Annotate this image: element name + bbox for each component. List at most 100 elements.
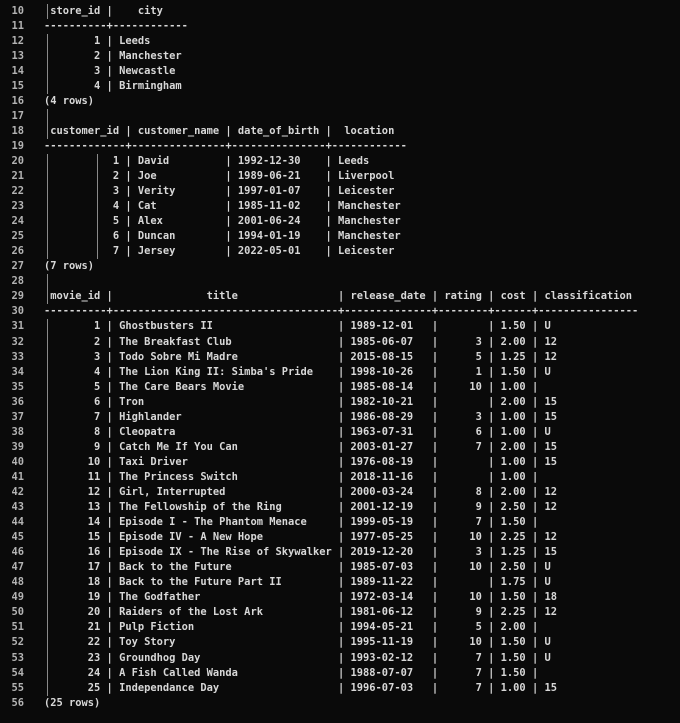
line-number: 22 bbox=[11, 185, 24, 198]
line-text: 20 | Raiders of the Lost Ark | 1981-06-1… bbox=[44, 606, 557, 619]
line-number: 12 bbox=[11, 34, 24, 47]
output-line: 23 4 | Cat | 1985-11-02 | Manchester bbox=[0, 199, 680, 215]
line-text: 5 | The Care Bears Movie | 1985-08-14 | … bbox=[44, 380, 539, 393]
output-line: 11 ----------+------------ bbox=[0, 19, 680, 34]
line-number: 25 bbox=[11, 230, 24, 243]
line-text: 1 | Ghostbusters II | 1989-12-01 | | 1.5… bbox=[44, 320, 551, 333]
output-line: 33 3 | Todo Sobre Mi Madre | 2015-08-15 … bbox=[0, 349, 680, 365]
line-text: 21 | Pulp Fiction | 1994-05-21 | 5 | 2.0… bbox=[44, 621, 539, 634]
output-line: 30 ----------+---------------------------… bbox=[0, 304, 680, 319]
line-number: 32 bbox=[11, 335, 24, 348]
line-number: 41 bbox=[11, 470, 24, 483]
line-number: 17 bbox=[11, 109, 24, 122]
indent-guide bbox=[46, 108, 48, 124]
line-number: 11 bbox=[11, 19, 24, 32]
line-number: 40 bbox=[11, 455, 24, 468]
editor-output[interactable]: 10 store_id | city 11 ----------+---------… bbox=[0, 0, 680, 723]
line-text: 7 | Jersey | 2022-05-01 | Leicester bbox=[44, 245, 395, 258]
line-number: 26 bbox=[11, 245, 24, 258]
output-line: 55 25 | Independance Day | 1996-07-03 | … bbox=[0, 680, 680, 696]
output-line: 51 21 | Pulp Fiction | 1994-05-21 | 5 | … bbox=[0, 620, 680, 636]
line-number: 51 bbox=[11, 621, 24, 634]
line-number: 18 bbox=[11, 124, 24, 137]
line-text: 24 | A Fish Called Wanda | 1988-07-07 | … bbox=[44, 666, 539, 679]
output-line: 31 1 | Ghostbusters II | 1989-12-01 | | … bbox=[0, 319, 680, 335]
line-text: 25 | Independance Day | 1996-07-03 | 7 |… bbox=[44, 681, 557, 694]
line-text: 18 | Back to the Future Part II | 1989-1… bbox=[44, 576, 551, 589]
line-number: 56 bbox=[11, 696, 24, 709]
line-text: 4 | Cat | 1985-11-02 | Manchester bbox=[44, 200, 401, 213]
line-text: 3 | Newcastle bbox=[44, 64, 176, 77]
line-number: 49 bbox=[11, 591, 24, 604]
line-number: 48 bbox=[11, 576, 24, 589]
output-line: 20 1 | David | 1992-12-30 | Leeds bbox=[0, 153, 680, 170]
output-line: 17 bbox=[0, 108, 680, 124]
line-number: 21 bbox=[11, 170, 24, 183]
line-number: 31 bbox=[11, 320, 24, 333]
output-line: 52 22 | Toy Story | 1995-11-19 | 10 | 1.… bbox=[0, 635, 680, 651]
line-number: 43 bbox=[11, 501, 24, 514]
line-number: 37 bbox=[11, 410, 24, 423]
line-number: 29 bbox=[11, 290, 24, 303]
output-line: 47 17 | Back to the Future | 1985-07-03 … bbox=[0, 560, 680, 576]
output-line: 54 24 | A Fish Called Wanda | 1988-07-07… bbox=[0, 665, 680, 681]
line-text: 7 | Highlander | 1986-08-29 | 3 | 1.00 |… bbox=[44, 410, 557, 423]
line-text: 22 | Toy Story | 1995-11-19 | 10 | 1.50 … bbox=[44, 636, 551, 649]
line-text: -------------+---------------+----------… bbox=[44, 139, 407, 152]
line-text: 3 | Todo Sobre Mi Madre | 2015-08-15 | 5… bbox=[44, 350, 557, 363]
output-line: 37 7 | Highlander | 1986-08-29 | 3 | 1.0… bbox=[0, 409, 680, 425]
output-line: 13 2 | Manchester bbox=[0, 48, 680, 64]
output-line: 27 (7 rows) bbox=[0, 259, 680, 274]
line-number: 50 bbox=[11, 606, 24, 619]
output-line: 10 store_id | city bbox=[0, 3, 680, 19]
line-number: 44 bbox=[11, 516, 24, 529]
line-number: 30 bbox=[11, 305, 24, 318]
line-number: 42 bbox=[11, 486, 24, 498]
line-number: 33 bbox=[11, 350, 24, 363]
line-number: 34 bbox=[11, 365, 24, 378]
line-number: 52 bbox=[11, 636, 24, 649]
line-text: 6 | Tron | 1982-10-21 | | 2.00 | 15 bbox=[44, 395, 557, 408]
output-line: 44 14 | Episode I - The Phantom Menace |… bbox=[0, 515, 680, 531]
output-line: 42 12 | Girl, Interrupted | 2000-03-24 |… bbox=[0, 485, 680, 501]
line-text: 19 | The Godfather | 1972-03-14 | 10 | 1… bbox=[44, 591, 557, 604]
output-line: 19 -------------+---------------+--------… bbox=[0, 139, 680, 154]
line-text: 4 | Birmingham bbox=[44, 79, 182, 92]
output-line: 35 5 | The Care Bears Movie | 1985-08-14… bbox=[0, 379, 680, 395]
line-text: store_id | city bbox=[44, 4, 163, 17]
line-text: 1 | David | 1992-12-30 | Leeds bbox=[44, 154, 370, 167]
line-text: 8 | Cleopatra | 1963-07-31 | 6 | 1.00 | … bbox=[44, 425, 551, 438]
line-number: 39 bbox=[11, 440, 24, 453]
line-text: 13 | The Fellowship of the Ring | 2001-1… bbox=[44, 501, 557, 514]
line-text: 5 | Alex | 2001-06-24 | Manchester bbox=[44, 215, 401, 228]
output-line: 39 9 | Catch Me If You Can | 2003-01-27 … bbox=[0, 439, 680, 455]
line-number: 46 bbox=[11, 546, 24, 559]
output-line: 56 (25 rows) bbox=[0, 696, 680, 711]
line-text: (4 rows) bbox=[44, 94, 95, 107]
line-number: 23 bbox=[11, 200, 24, 213]
output-line: 25 6 | Duncan | 1994-01-19 | Manchester bbox=[0, 229, 680, 245]
line-number: 16 bbox=[11, 94, 24, 107]
indent-guide bbox=[46, 274, 48, 290]
output-line: 34 4 | The Lion King II: Simba's Pride |… bbox=[0, 364, 680, 380]
line-text: customer_id | customer_name | date_of_bi… bbox=[44, 124, 395, 137]
output-line: 28 bbox=[0, 274, 680, 290]
line-number: 35 bbox=[11, 380, 24, 393]
line-number: 28 bbox=[11, 275, 24, 288]
output-line: 16 (4 rows) bbox=[0, 94, 680, 109]
line-number: 54 bbox=[11, 666, 24, 679]
output-line: 46 16 | Episode IX - The Rise of Skywalk… bbox=[0, 545, 680, 561]
output-line: 40 10 | Taxi Driver | 1976-08-19 | | 1.0… bbox=[0, 454, 680, 470]
line-text: movie_id | title | release_date | rating… bbox=[44, 290, 633, 303]
line-number: 27 bbox=[11, 260, 24, 273]
output-line: 41 11 | The Princess Switch | 2018-11-16… bbox=[0, 469, 680, 485]
line-text: 3 | Verity | 1997-01-07 | Leicester bbox=[44, 185, 395, 198]
line-text: 2 | Joe | 1989-06-21 | Liverpool bbox=[44, 170, 395, 183]
line-text: 11 | The Princess Switch | 2018-11-16 | … bbox=[44, 470, 539, 483]
line-text: 2 | Manchester bbox=[44, 49, 182, 62]
line-text: (7 rows) bbox=[44, 260, 95, 273]
line-number: 19 bbox=[11, 139, 24, 152]
line-text: (25 rows) bbox=[44, 696, 101, 709]
output-line: 38 8 | Cleopatra | 1963-07-31 | 6 | 1.00… bbox=[0, 424, 680, 440]
output-line: 36 6 | Tron | 1982-10-21 | | 2.00 | 15 bbox=[0, 394, 680, 410]
